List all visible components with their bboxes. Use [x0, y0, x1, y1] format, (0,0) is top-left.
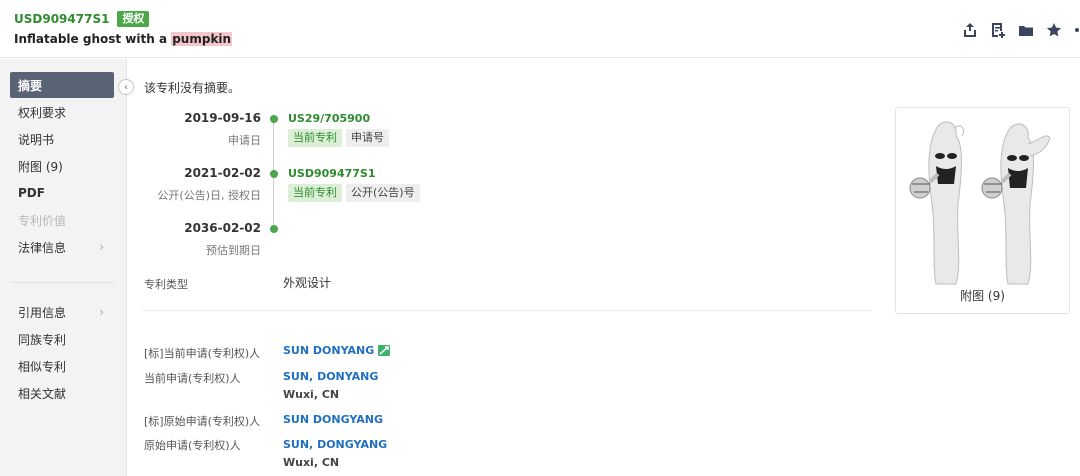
timeline-date: 2019-09-16	[184, 111, 261, 125]
chevron-right-icon: ›	[99, 240, 104, 254]
timeline-date: 2021-02-02	[184, 166, 261, 180]
status-badge: 授权	[117, 11, 150, 27]
sidebar-item-legal-info[interactable]: 法律信息 ›	[10, 234, 114, 260]
timeline-sub-label: 公开(公告)日, 授权日	[157, 189, 261, 202]
patent-drawing-thumbnail	[909, 121, 1051, 285]
figure-caption: 附图 (9)	[960, 289, 1005, 303]
sidebar-item-drawings[interactable]: 附图 (9)	[10, 153, 114, 179]
publication-number-link[interactable]: USD909477S1	[288, 167, 375, 180]
sidebar-item-label: 相关文献	[18, 386, 67, 401]
applicant-label: 当前申请(专利权)人	[144, 372, 241, 385]
chevron-right-icon: ›	[99, 305, 104, 319]
sidebar-item-label: 摘要	[18, 78, 43, 93]
sidebar-item-abstract[interactable]: 摘要	[10, 72, 114, 98]
sidebar-item-label: 法律信息	[18, 240, 67, 255]
toolbar	[962, 20, 1080, 40]
collapse-sidebar-button[interactable]: ‹	[118, 79, 134, 95]
patent-title: Inflatable ghost with a pumpkin	[14, 32, 233, 46]
applicant-name: SUN, DONYANG	[283, 370, 379, 383]
application-number-tag: 申请号	[346, 129, 389, 147]
sidebar-item-label: 附图 (9)	[18, 159, 63, 174]
chevron-left-icon: ‹	[124, 81, 128, 93]
applicant-name-link[interactable]: SUN, DONYANG	[283, 370, 378, 383]
sidebar-item-pdf[interactable]: PDF	[10, 180, 114, 206]
more-icon[interactable]	[1074, 22, 1080, 38]
pub-number-row: USD909477S1 授权	[14, 10, 150, 28]
timeline-dot	[270, 170, 278, 178]
timeline-sub-label: 申请日	[228, 134, 261, 147]
applicant-name: SUN DONGYANG	[283, 413, 384, 426]
title-highlight: pumpkin	[171, 32, 233, 46]
sidebar-item-label: 相似专利	[18, 359, 67, 374]
patent-type-value: 外观设计	[283, 276, 332, 290]
title-text: Inflatable ghost with a	[14, 32, 172, 46]
applicant-location: Wuxi, CN	[283, 388, 340, 401]
company-tag-icon	[378, 345, 391, 356]
abstract-text: 该专利没有摘要。	[144, 81, 241, 95]
pub-number[interactable]: USD909477S1	[14, 12, 109, 26]
timeline-date: 2036-02-02	[184, 221, 261, 235]
sidebar-item-label: PDF	[18, 186, 45, 200]
sidebar-item-description[interactable]: 说明书	[10, 126, 114, 152]
folder-icon[interactable]	[1018, 22, 1034, 38]
applicant-location: Wuxi, CN	[283, 456, 340, 469]
timeline-dot	[270, 225, 278, 233]
figure-card[interactable]: 附图 (9)	[895, 107, 1070, 314]
share-icon[interactable]	[962, 22, 978, 38]
application-number-link[interactable]: US29/705900	[288, 112, 370, 125]
sidebar-item-label: 专利价值	[18, 213, 67, 228]
patent-header: USD909477S1 授权 Inflatable ghost with a p…	[0, 0, 1080, 58]
sidebar-item-citations[interactable]: 引用信息 ›	[10, 299, 114, 325]
sidebar-item-label: 权利要求	[18, 105, 67, 120]
applicant-label: [标]原始申请(专利权)人	[144, 415, 261, 428]
timeline-dot	[270, 115, 278, 123]
applicant-name-link[interactable]: SUN DONGYANG	[283, 413, 383, 426]
patent-type-label: 专利类型	[144, 278, 188, 291]
applicant-label: 原始申请(专利权)人	[144, 439, 241, 452]
publication-number-tag: 公开(公告)号	[346, 184, 420, 202]
current-patent-tag: 当前专利	[288, 184, 342, 202]
sidebar-item-claims[interactable]: 权利要求	[10, 99, 114, 125]
star-icon[interactable]	[1046, 22, 1062, 38]
timeline-sub-label: 预估到期日	[206, 244, 261, 257]
applicant-name: SUN, DONGYANG	[283, 438, 388, 451]
sidebar-item-family[interactable]: 同族专利	[10, 326, 114, 352]
applicant-label: [标]当前申请(专利权)人	[144, 347, 261, 360]
add-note-icon[interactable]	[990, 22, 1006, 38]
sidebar: 摘要 权利要求 说明书 附图 (9) PDF 专利价值 法律信息 › 引用信息 …	[0, 59, 127, 476]
sidebar-divider	[10, 282, 114, 283]
current-patent-tag: 当前专利	[288, 129, 342, 147]
applicant-name: SUN DONYANG	[283, 344, 375, 357]
sidebar-item-patent-value: 专利价值	[10, 207, 114, 233]
timeline-tags: 当前专利 申请号	[288, 129, 393, 147]
applicant-name-link[interactable]: SUN, DONGYANG	[283, 438, 387, 451]
section-divider	[142, 310, 872, 311]
sidebar-item-label: 引用信息	[18, 305, 67, 320]
sidebar-item-related-docs[interactable]: 相关文献	[10, 380, 114, 406]
sidebar-item-label: 同族专利	[18, 332, 67, 347]
sidebar-item-similar[interactable]: 相似专利	[10, 353, 114, 379]
sidebar-item-label: 说明书	[18, 132, 55, 147]
applicant-name-link[interactable]: SUN DONYANG	[283, 344, 391, 357]
main-content: 该专利没有摘要。 2019-09-16 US29/705900 申请日 当前专利…	[128, 59, 1080, 476]
timeline-tags: 当前专利 公开(公告)号	[288, 184, 424, 202]
